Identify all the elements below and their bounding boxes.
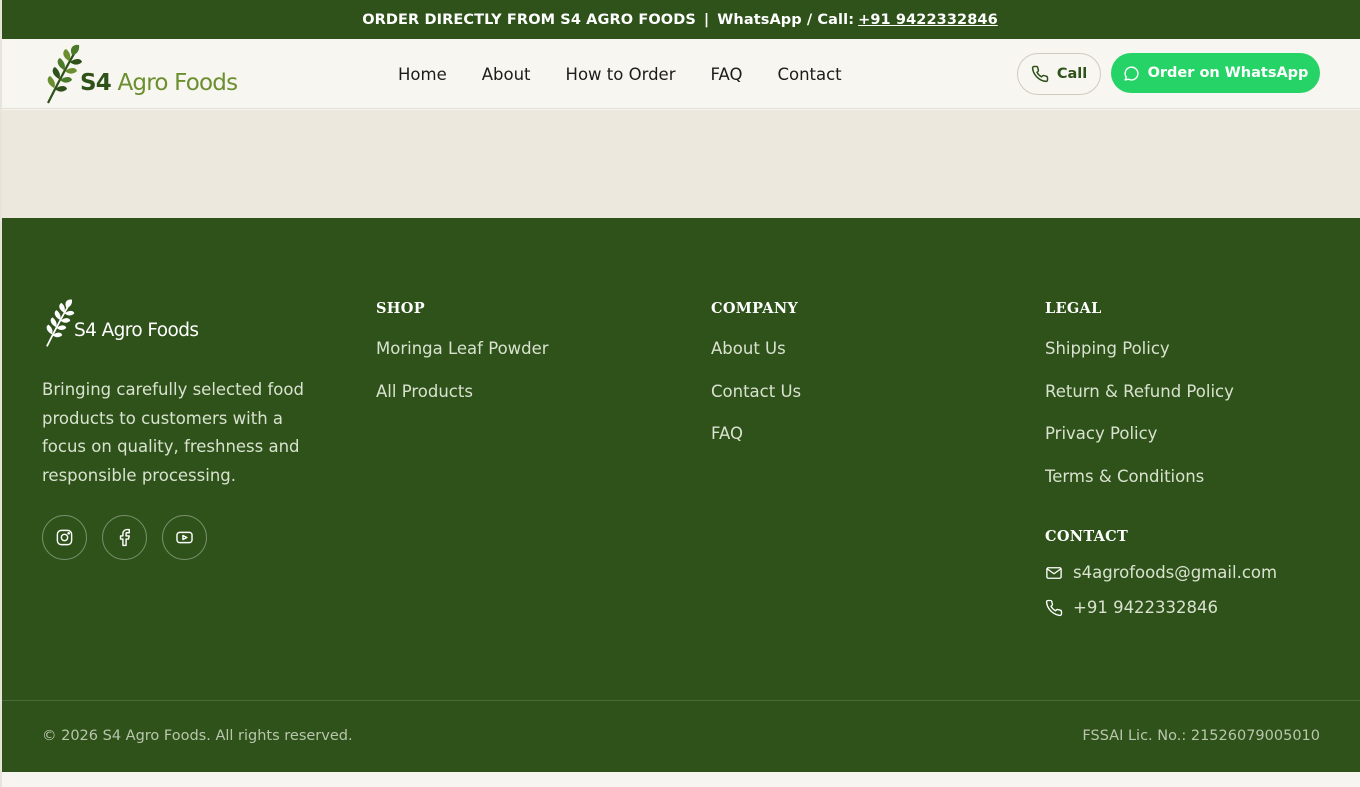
legal-link-shipping[interactable]: Shipping Policy (1045, 339, 1234, 382)
company-link-contact[interactable]: Contact Us (711, 382, 801, 425)
call-button-label: Call (1056, 66, 1088, 82)
footer-company-column: COMPANY About Us Contact Us FAQ (711, 300, 801, 467)
announcement-contact-label: WhatsApp / Call: (717, 11, 855, 28)
site-logo[interactable]: S4 Agro Foods (42, 43, 238, 105)
announcement-phone-link[interactable]: +91 9422332846 (858, 12, 998, 28)
footer-logo-text: S4 Agro Foods (74, 320, 199, 341)
order-whatsapp-button[interactable]: Order on WhatsApp (1111, 53, 1320, 93)
company-link-about[interactable]: About Us (711, 339, 801, 382)
instagram-link[interactable] (42, 515, 87, 560)
call-button[interactable]: Call (1017, 53, 1101, 95)
site-header: S4 Agro Foods Home About How to Order FA… (0, 39, 1360, 109)
announcement-bar: ORDER DIRECTLY FROM S4 AGRO FOODS | What… (0, 0, 1360, 39)
nav-faq[interactable]: FAQ (710, 65, 742, 84)
fssai-license: FSSAI Lic. No.: 21526079005010 (1082, 728, 1320, 744)
youtube-link[interactable] (162, 515, 207, 560)
logo-prefix: S4 (80, 70, 112, 96)
copyright-text: © 2026 S4 Agro Foods. All rights reserve… (42, 728, 353, 744)
site-footer: S4 Agro Foods Bringing carefully selecte… (0, 218, 1360, 772)
wheat-leaf-logo-icon (47, 44, 82, 104)
nav-home[interactable]: Home (398, 65, 447, 84)
window-left-edge (0, 0, 2, 787)
shop-heading: SHOP (376, 300, 425, 317)
nav-how-to-order[interactable]: How to Order (566, 65, 676, 84)
whatsapp-icon (1123, 65, 1139, 81)
announcement-text: ORDER DIRECTLY FROM S4 AGRO FOODS (362, 11, 696, 28)
announcement-separator: | (703, 11, 710, 28)
social-links (42, 515, 222, 560)
phone-icon (1031, 65, 1049, 83)
facebook-icon (119, 528, 130, 547)
instagram-icon (56, 529, 73, 546)
contact-heading: CONTACT (1045, 528, 1129, 545)
footer-divider (0, 700, 1360, 701)
legal-heading: LEGAL (1045, 300, 1102, 317)
company-heading: COMPANY (711, 300, 799, 317)
footer-description: Bringing carefully selected food product… (42, 380, 304, 485)
wheat-leaf-logo-icon (46, 299, 75, 347)
footer-legal-column: LEGAL Shipping Policy Return & Refund Po… (1045, 300, 1234, 509)
youtube-icon (176, 531, 193, 544)
footer-logo[interactable]: S4 Agro Foods (42, 298, 199, 348)
content-area (0, 110, 1360, 218)
contact-email-link[interactable]: s4agrofoods@gmail.com (1045, 563, 1277, 582)
contact-email: s4agrofoods@gmail.com (1073, 563, 1278, 582)
mail-icon (1046, 566, 1062, 579)
nav-about[interactable]: About (482, 65, 531, 84)
footer-shop-column: SHOP Moringa Leaf Powder All Products (376, 300, 549, 424)
legal-link-refund[interactable]: Return & Refund Policy (1045, 382, 1234, 425)
legal-link-terms[interactable]: Terms & Conditions (1045, 467, 1234, 510)
contact-phone: +91 9422332846 (1073, 598, 1219, 617)
nav-contact[interactable]: Contact (777, 65, 841, 84)
company-link-faq[interactable]: FAQ (711, 424, 801, 467)
shop-link-all-products[interactable]: All Products (376, 382, 549, 425)
logo-name: Agro Foods (117, 70, 238, 96)
facebook-link[interactable] (102, 515, 147, 560)
shop-link-moringa[interactable]: Moringa Leaf Powder (376, 339, 549, 382)
logo-text: S4 Agro Foods (80, 70, 238, 96)
contact-phone-link[interactable]: +91 9422332846 (1045, 598, 1218, 617)
whatsapp-button-label: Order on WhatsApp (1147, 65, 1309, 81)
main-nav: Home About How to Order FAQ Contact (398, 39, 877, 109)
page-bottom-strip (0, 772, 1360, 787)
legal-link-privacy[interactable]: Privacy Policy (1045, 424, 1234, 467)
phone-icon (1045, 599, 1063, 616)
